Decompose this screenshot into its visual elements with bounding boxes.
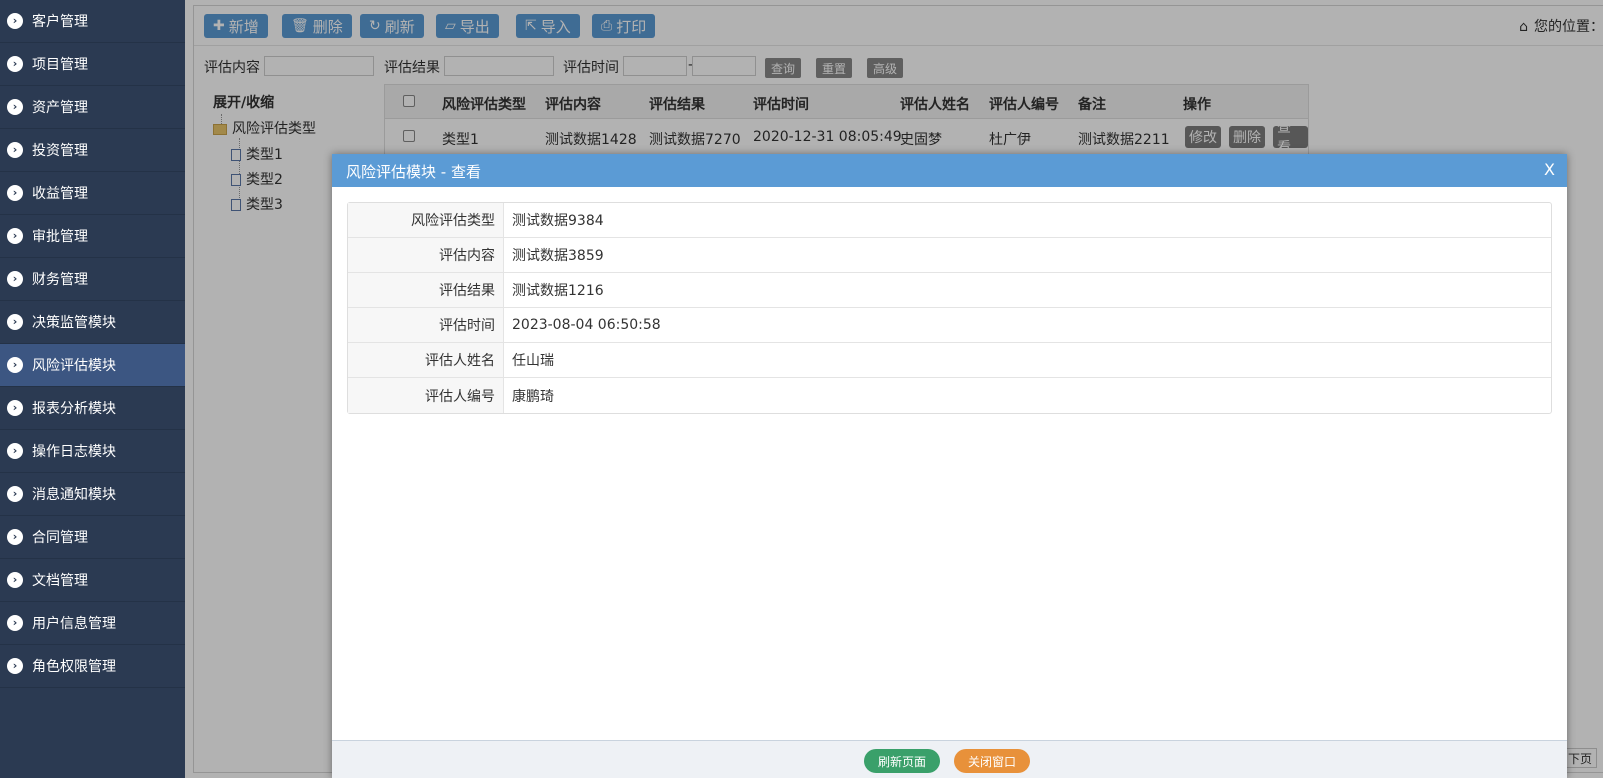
sidebar-item-investment[interactable]: › 投资管理 — [0, 129, 185, 172]
chevron-right-icon: › — [7, 572, 23, 588]
detail-label: 评估人编号 — [348, 378, 504, 413]
chevron-right-icon: › — [7, 529, 23, 545]
detail-value: 测试数据1216 — [512, 283, 604, 299]
chevron-right-icon: › — [7, 314, 23, 330]
chevron-right-icon: › — [7, 142, 23, 158]
sidebar-item-label: 风险评估模块 — [32, 358, 116, 374]
chevron-right-icon: › — [7, 486, 23, 502]
detail-value: 测试数据9384 — [512, 213, 604, 229]
chevron-right-icon: › — [7, 658, 23, 674]
close-icon[interactable]: X — [1544, 160, 1555, 179]
detail-row: 风险评估类型 测试数据9384 — [348, 203, 1551, 238]
sidebar-item-log[interactable]: › 操作日志模块 — [0, 430, 185, 473]
detail-label: 评估时间 — [348, 308, 504, 342]
sidebar-item-approval[interactable]: › 审批管理 — [0, 215, 185, 258]
sidebar-item-risk[interactable]: › 风险评估模块 — [0, 344, 185, 387]
chevron-right-icon: › — [7, 56, 23, 72]
detail-row: 评估时间 2023-08-04 06:50:58 — [348, 308, 1551, 343]
dialog-footer: 刷新页面 关闭窗口 — [332, 740, 1567, 778]
detail-label: 评估人姓名 — [348, 343, 504, 377]
chevron-right-icon: › — [7, 185, 23, 201]
detail-table: 风险评估类型 测试数据9384 评估内容 测试数据3859 评估结果 测试数据1… — [347, 202, 1552, 414]
sidebar-item-label: 合同管理 — [32, 530, 88, 546]
sidebar-item-notice[interactable]: › 消息通知模块 — [0, 473, 185, 516]
chevron-right-icon: › — [7, 99, 23, 115]
sidebar-item-income[interactable]: › 收益管理 — [0, 172, 185, 215]
chevron-right-icon: › — [7, 615, 23, 631]
close-window-button[interactable]: 关闭窗口 — [954, 749, 1031, 773]
refresh-page-button[interactable]: 刷新页面 — [864, 749, 941, 773]
chevron-right-icon: › — [7, 13, 23, 29]
detail-value: 2023-08-04 06:50:58 — [512, 317, 661, 333]
sidebar-item-label: 角色权限管理 — [32, 659, 116, 675]
sidebar-item-label: 收益管理 — [32, 186, 88, 202]
detail-row: 评估人姓名 任山瑞 — [348, 343, 1551, 378]
view-dialog: 风险评估模块 - 查看 X 风险评估类型 测试数据9384 评估内容 测试数据3… — [332, 154, 1567, 778]
detail-value: 测试数据3859 — [512, 248, 604, 264]
detail-row: 评估人编号 康鹏琦 — [348, 378, 1551, 413]
sidebar-item-label: 财务管理 — [32, 272, 88, 288]
sidebar-item-finance[interactable]: › 财务管理 — [0, 258, 185, 301]
sidebar-item-role[interactable]: › 角色权限管理 — [0, 645, 185, 688]
sidebar-item-label: 文档管理 — [32, 573, 88, 589]
detail-label: 评估内容 — [348, 238, 504, 272]
chevron-right-icon: › — [7, 228, 23, 244]
detail-value: 康鹏琦 — [512, 388, 554, 405]
dialog-title: 风险评估模块 - 查看 — [346, 163, 481, 181]
chevron-right-icon: › — [7, 357, 23, 373]
detail-value: 任山瑞 — [512, 353, 554, 369]
sidebar-item-decision[interactable]: › 决策监管模块 — [0, 301, 185, 344]
sidebar-item-label: 项目管理 — [32, 57, 88, 73]
chevron-right-icon: › — [7, 400, 23, 416]
sidebar-item-project[interactable]: › 项目管理 — [0, 43, 185, 86]
sidebar-item-label: 投资管理 — [32, 143, 88, 159]
sidebar-item-label: 决策监管模块 — [32, 315, 116, 331]
sidebar-item-user[interactable]: › 用户信息管理 — [0, 602, 185, 645]
chevron-right-icon: › — [7, 443, 23, 459]
sidebar-item-customer[interactable]: › 客户管理 — [0, 0, 185, 43]
sidebar-item-label: 用户信息管理 — [32, 616, 116, 632]
detail-row: 评估内容 测试数据3859 — [348, 238, 1551, 273]
sidebar-item-asset[interactable]: › 资产管理 — [0, 86, 185, 129]
dialog-header: 风险评估模块 - 查看 X — [332, 154, 1567, 187]
sidebar-item-label: 报表分析模块 — [32, 401, 116, 417]
sidebar-item-label: 审批管理 — [32, 229, 88, 245]
sidebar-item-label: 操作日志模块 — [32, 444, 116, 460]
chevron-right-icon: › — [7, 271, 23, 287]
sidebar-item-label: 客户管理 — [32, 14, 88, 30]
sidebar-item-document[interactable]: › 文档管理 — [0, 559, 185, 602]
detail-row: 评估结果 测试数据1216 — [348, 273, 1551, 308]
sidebar: › 客户管理 › 项目管理 › 资产管理 › 投资管理 › 收益管理 › 审批管理 › 财务管… — [0, 0, 185, 778]
sidebar-item-label: 资产管理 — [32, 100, 88, 116]
sidebar-item-contract[interactable]: › 合同管理 — [0, 516, 185, 559]
detail-label: 风险评估类型 — [348, 203, 504, 237]
detail-label: 评估结果 — [348, 273, 504, 307]
sidebar-item-report[interactable]: › 报表分析模块 — [0, 387, 185, 430]
sidebar-item-label: 消息通知模块 — [32, 487, 116, 503]
